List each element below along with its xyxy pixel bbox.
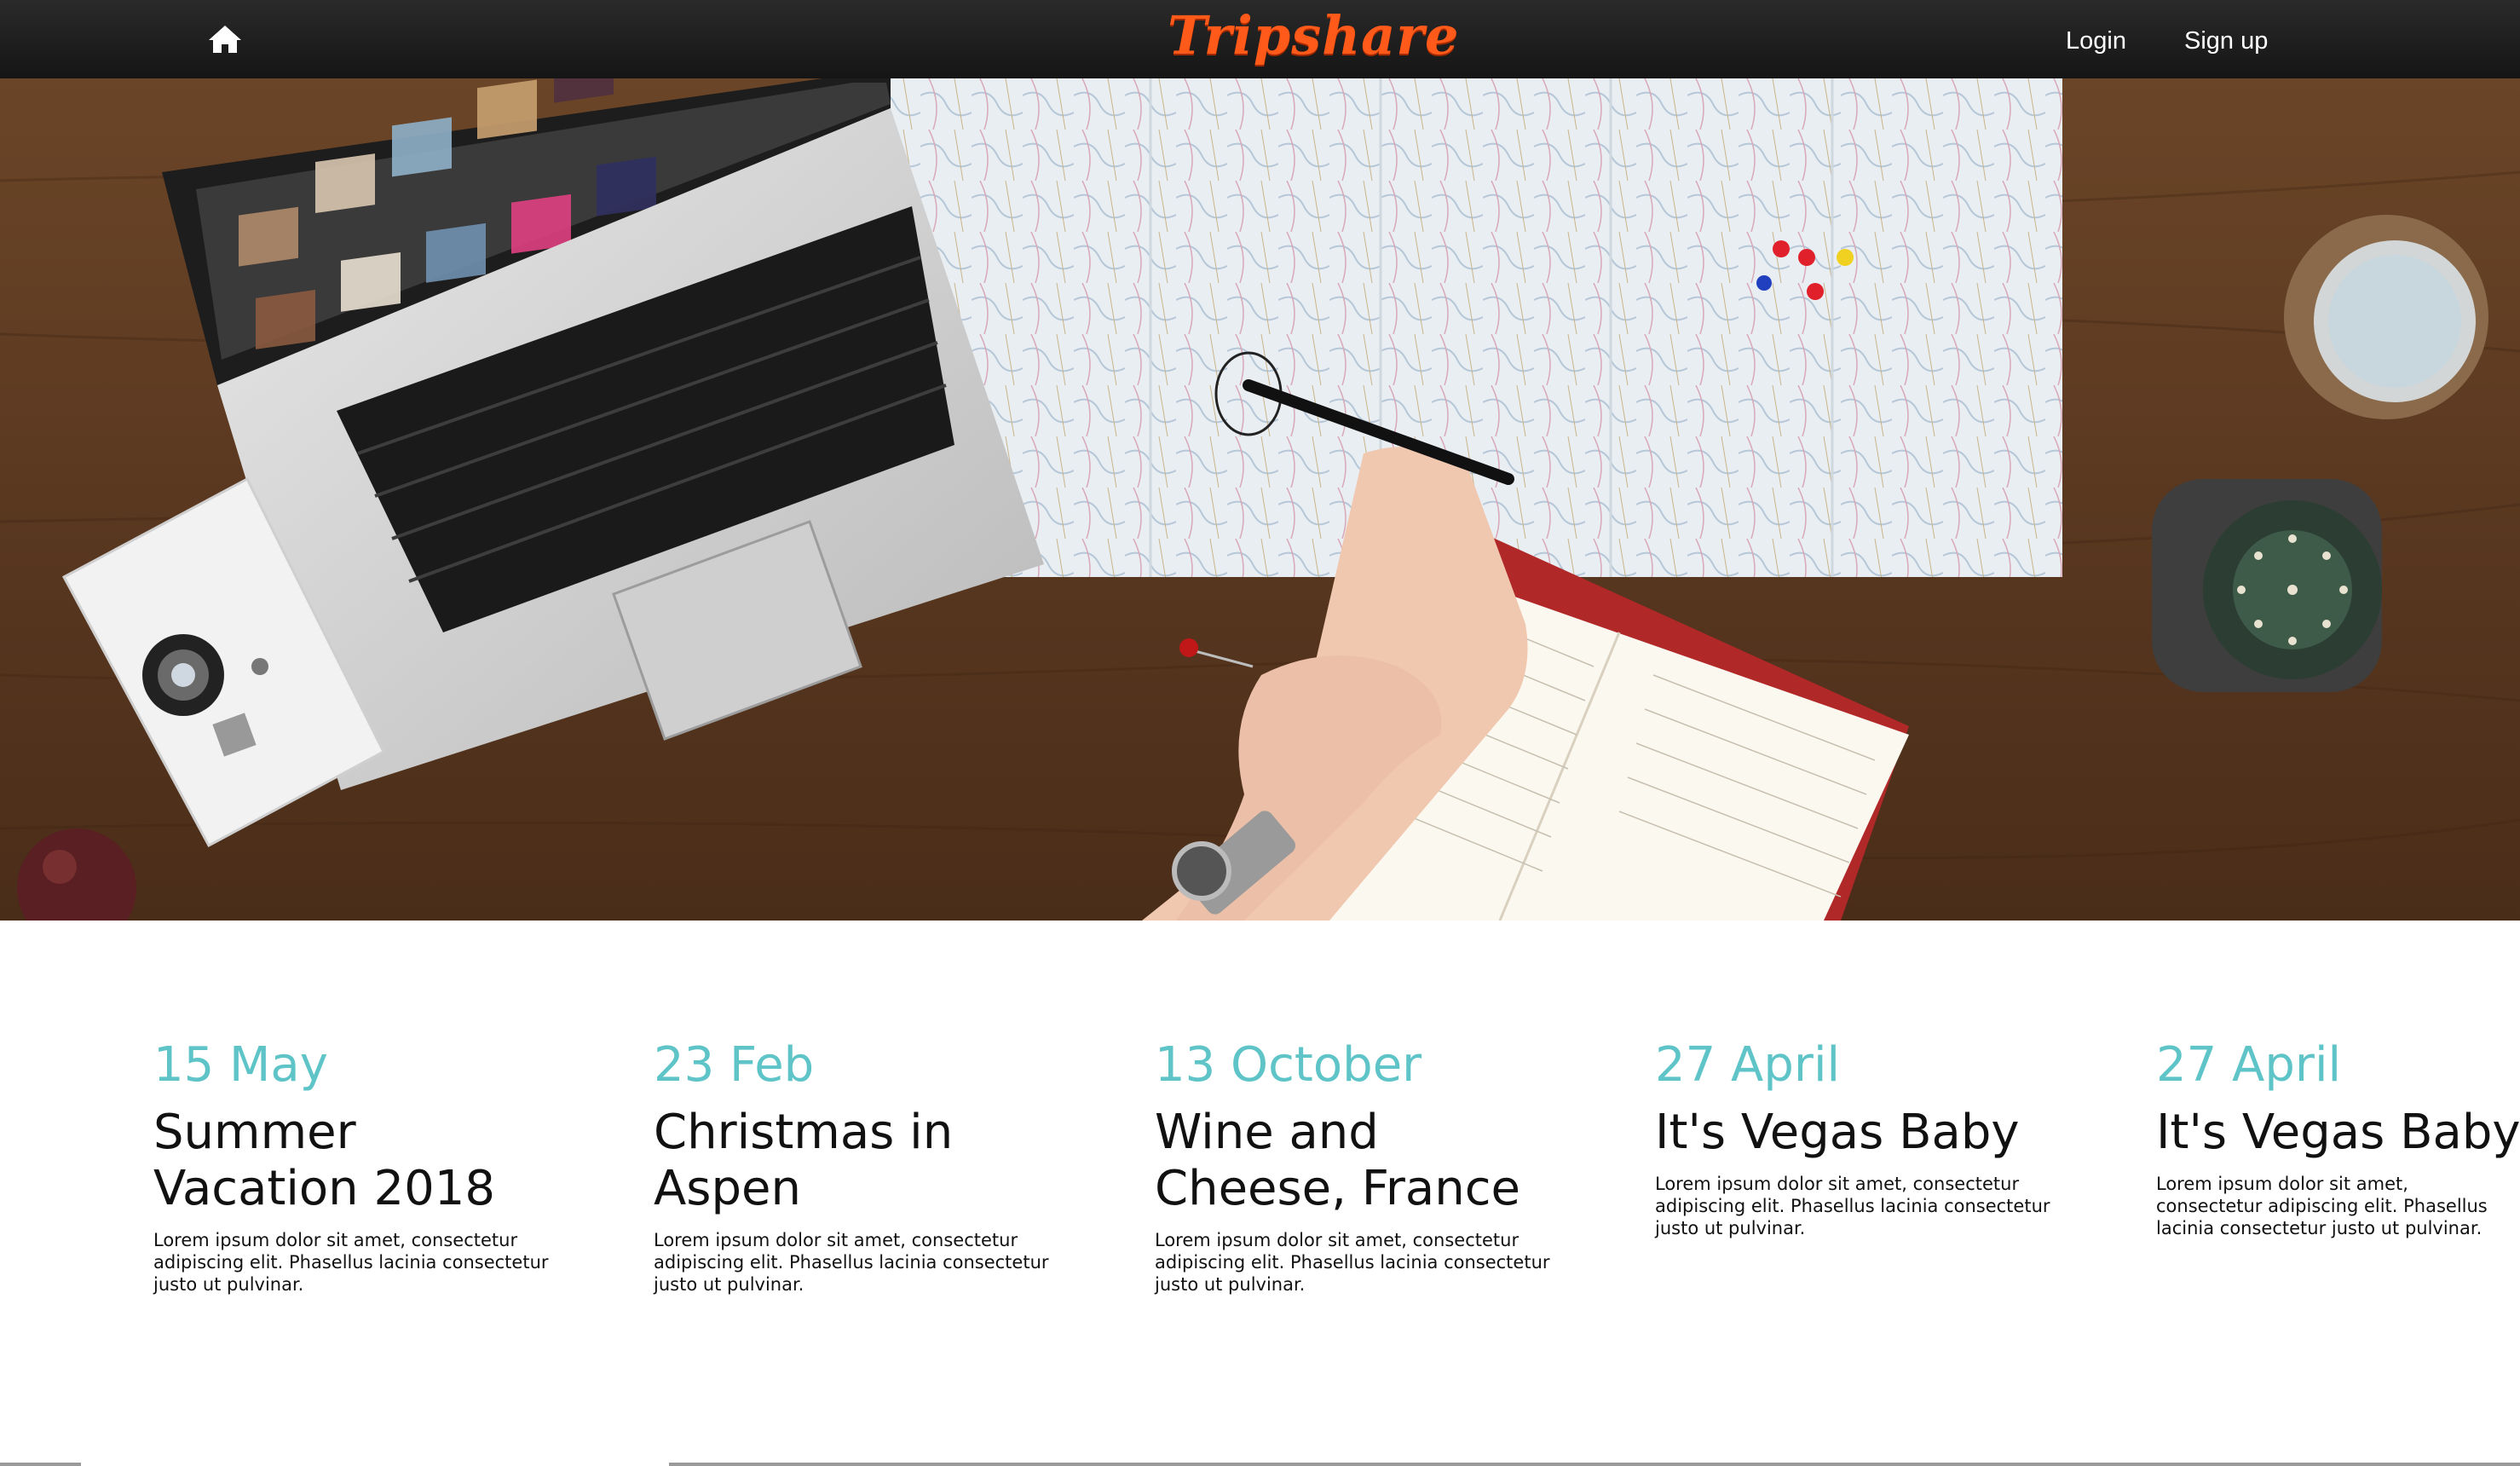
trip-title[interactable]: It's Vegas Baby (2156, 1105, 2520, 1161)
trip-card[interactable]: 23 Feb Christmas in Aspen Lorem ipsum do… (654, 1031, 1054, 1296)
trip-title[interactable]: It's Vegas Baby (1655, 1105, 2056, 1161)
trip-description: Lorem ipsum dolor sit amet, consectetur … (1155, 1230, 1550, 1295)
home-icon[interactable] (208, 24, 242, 55)
signup-link[interactable]: Sign up (2184, 24, 2268, 58)
trip-description: Lorem ipsum dolor sit amet, consectetur … (2156, 1174, 2488, 1238)
top-navbar: Tripshare Login Sign up (0, 0, 2520, 79)
trip-card[interactable]: 13 October Wine and Cheese, France Lorem… (1155, 1031, 1555, 1296)
trip-description: Lorem ipsum dolor sit amet, consectetur … (1655, 1174, 2050, 1238)
trip-date: 27 April (2156, 1037, 2342, 1093)
trip-card[interactable]: 27 April It's Vegas Baby Lorem ipsum dol… (1655, 1031, 2056, 1239)
trip-date: 13 October (1155, 1037, 1422, 1093)
trip-card[interactable]: 15 May Summer Vacation 2018 Lorem ipsum … (153, 1031, 554, 1296)
trip-description: Lorem ipsum dolor sit amet, consectetur … (654, 1230, 1049, 1295)
trip-date: 15 May (153, 1037, 328, 1093)
trip-title[interactable]: Christmas in Aspen (654, 1105, 1054, 1217)
bottom-divider (0, 1463, 2520, 1466)
trip-date: 23 Feb (654, 1037, 815, 1093)
hero-image (0, 78, 2520, 921)
trip-title[interactable]: Summer Vacation 2018 (153, 1105, 554, 1217)
trip-title[interactable]: Wine and Cheese, France (1155, 1105, 1555, 1217)
trip-date: 27 April (1655, 1037, 1841, 1093)
trip-card[interactable]: 27 April It's Vegas Baby Lorem ipsum dol… (2156, 1031, 2520, 1239)
login-link[interactable]: Login (2066, 24, 2126, 58)
trip-description: Lorem ipsum dolor sit amet, consectetur … (153, 1230, 549, 1295)
brand-logo[interactable]: Tripshare (1168, 2, 1458, 73)
